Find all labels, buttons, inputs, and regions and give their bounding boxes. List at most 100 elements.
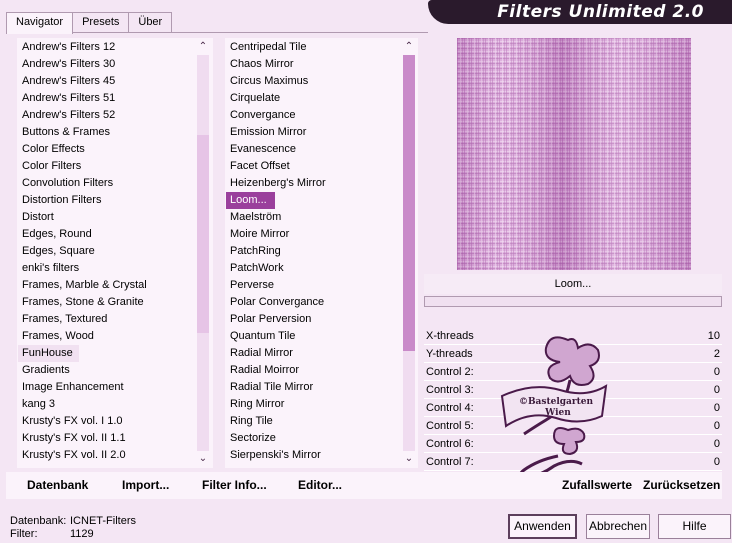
bastelgarten-watermark-logo: ©Bastelgarten Wien bbox=[500, 336, 608, 480]
filter-item[interactable]: Loom... bbox=[226, 192, 275, 209]
filter-item[interactable]: PatchRing bbox=[226, 243, 400, 260]
parameter-name: Y-threads bbox=[426, 348, 473, 360]
category-item[interactable]: kang 3 bbox=[18, 396, 194, 413]
filter-item[interactable]: Cirquelate bbox=[226, 90, 400, 107]
category-item[interactable]: Gradients bbox=[18, 362, 194, 379]
category-item[interactable]: Image Enhancement bbox=[18, 379, 194, 396]
parameter-value: 2 bbox=[713, 348, 720, 360]
category-item[interactable]: Color Effects bbox=[18, 141, 194, 158]
filter-item[interactable]: Moire Mirror bbox=[226, 226, 400, 243]
category-item[interactable]: Frames, Wood bbox=[18, 328, 194, 345]
reset-button[interactable]: Zurücksetzen bbox=[643, 478, 720, 492]
parameter-value: 0 bbox=[713, 402, 720, 414]
category-item[interactable]: Color Filters bbox=[18, 158, 194, 175]
parameter-name: Control 4: bbox=[426, 402, 474, 414]
tab-bar: Navigator Presets Über bbox=[6, 12, 173, 34]
progress-bar bbox=[424, 296, 722, 307]
cancel-button[interactable]: Abbrechen bbox=[586, 514, 650, 539]
import-button[interactable]: Import... bbox=[122, 478, 169, 492]
filter-item[interactable]: Polar Perversion bbox=[226, 311, 400, 328]
parameter-value: 0 bbox=[713, 366, 720, 378]
parameter-name: Control 2: bbox=[426, 366, 474, 378]
app-title-bar: Filters Unlimited 2.0 bbox=[428, 0, 732, 24]
filter-item[interactable]: Ring Tile bbox=[226, 413, 400, 430]
filter-item[interactable]: Convergance bbox=[226, 107, 400, 124]
category-scrollbar[interactable]: ⌃ ⌄ bbox=[195, 39, 211, 467]
filter-scrollbar[interactable]: ⌃ ⌄ bbox=[401, 39, 417, 467]
parameter-name: X-threads bbox=[426, 330, 474, 342]
category-item[interactable]: Andrew's Filters 51 bbox=[18, 90, 194, 107]
category-item[interactable]: Andrew's Filters 12 bbox=[18, 39, 194, 56]
filter-item[interactable]: Evanescence bbox=[226, 141, 400, 158]
filter-item[interactable]: Radial Mirror bbox=[226, 345, 400, 362]
filter-item[interactable]: Polar Convergance bbox=[226, 294, 400, 311]
filter-info-button[interactable]: Filter Info... bbox=[202, 478, 267, 492]
category-item[interactable]: Krusty's FX vol. I 1.0 bbox=[18, 413, 194, 430]
filter-item[interactable]: Perverse bbox=[226, 277, 400, 294]
tab-presets[interactable]: Presets bbox=[72, 12, 130, 33]
watermark-text-1: ©Bastelgarten bbox=[519, 397, 594, 407]
category-item[interactable]: Andrew's Filters 30 bbox=[18, 56, 194, 73]
parameter-value: 10 bbox=[707, 330, 720, 342]
filter-item[interactable]: PatchWork bbox=[226, 260, 400, 277]
status-filter: Filter: 1129 bbox=[10, 528, 94, 540]
filter-item[interactable]: Circus Maximus bbox=[226, 73, 400, 90]
selected-filter-name: Loom... bbox=[424, 274, 722, 294]
filter-item[interactable]: Emission Mirror bbox=[226, 124, 400, 141]
parameter-value: 0 bbox=[713, 438, 720, 450]
filter-item[interactable]: Maelström bbox=[226, 209, 400, 226]
parameter-name: Control 3: bbox=[426, 384, 474, 396]
filter-item[interactable]: Radial Tile Mirror bbox=[226, 379, 400, 396]
filter-item[interactable]: Centripedal Tile bbox=[226, 39, 400, 56]
apply-button[interactable]: Anwenden bbox=[508, 514, 577, 539]
parameter-name: Control 6: bbox=[426, 438, 474, 450]
filter-item[interactable]: Chaos Mirror bbox=[226, 56, 400, 73]
filter-item[interactable]: Ring Mirror bbox=[226, 396, 400, 413]
app-title: Filters Unlimited 2.0 bbox=[497, 2, 704, 22]
watermark-text-2: Wien bbox=[544, 408, 571, 418]
category-item[interactable]: Frames, Textured bbox=[18, 311, 194, 328]
scroll-down-icon[interactable]: ⌄ bbox=[195, 451, 211, 467]
filter-item[interactable]: Quantum Tile bbox=[226, 328, 400, 345]
parameter-value: 0 bbox=[713, 456, 720, 468]
tab-navigator[interactable]: Navigator bbox=[6, 12, 74, 34]
parameter-name: Control 5: bbox=[426, 420, 474, 432]
category-item[interactable]: Frames, Marble & Crystal bbox=[18, 277, 194, 294]
filter-preview-image bbox=[457, 38, 691, 270]
random-values-button[interactable]: Zufallswerte bbox=[562, 478, 632, 492]
category-item[interactable]: Buttons & Frames bbox=[18, 124, 194, 141]
category-item[interactable]: Krusty's FX vol. II 2.0 bbox=[18, 447, 194, 464]
scroll-thumb[interactable] bbox=[197, 135, 209, 333]
filter-item[interactable]: Sectorize bbox=[226, 430, 400, 447]
scroll-up-icon[interactable]: ⌃ bbox=[195, 39, 211, 55]
filter-item[interactable]: Radial Moirror bbox=[226, 362, 400, 379]
category-item[interactable]: Edges, Round bbox=[18, 226, 194, 243]
category-item[interactable]: Frames, Stone & Granite bbox=[18, 294, 194, 311]
category-item[interactable]: enki's filters bbox=[18, 260, 194, 277]
category-list[interactable]: Andrew's Filters 12 Andrew's Filters 30 An… bbox=[18, 39, 194, 467]
scroll-thumb[interactable] bbox=[403, 55, 415, 351]
tab-divider bbox=[166, 32, 428, 33]
database-button[interactable]: Datenbank bbox=[27, 478, 88, 492]
scroll-down-icon[interactable]: ⌄ bbox=[401, 451, 417, 467]
category-item[interactable]: Distortion Filters bbox=[18, 192, 194, 209]
category-item[interactable]: Edges, Square bbox=[18, 243, 194, 260]
category-item[interactable]: FunHouse bbox=[18, 345, 79, 362]
filter-item[interactable]: Sierpenski's Mirror bbox=[226, 447, 400, 464]
category-item[interactable]: Krusty's FX vol. II 1.1 bbox=[18, 430, 194, 447]
category-item[interactable]: Distort bbox=[18, 209, 194, 226]
parameter-value: 0 bbox=[713, 384, 720, 396]
tab-about[interactable]: Über bbox=[128, 12, 173, 33]
status-database: Datenbank: ICNET-Filters bbox=[10, 515, 136, 527]
parameter-value: 0 bbox=[713, 420, 720, 432]
category-item[interactable]: Convolution Filters bbox=[18, 175, 194, 192]
category-item[interactable]: Andrew's Filters 45 bbox=[18, 73, 194, 90]
filter-item[interactable]: Facet Offset bbox=[226, 158, 400, 175]
parameter-name: Control 7: bbox=[426, 456, 474, 468]
scroll-up-icon[interactable]: ⌃ bbox=[401, 39, 417, 55]
filter-item[interactable]: Heizenberg's Mirror bbox=[226, 175, 400, 192]
category-item[interactable]: Andrew's Filters 52 bbox=[18, 107, 194, 124]
editor-button[interactable]: Editor... bbox=[298, 478, 342, 492]
help-button[interactable]: Hilfe bbox=[658, 514, 731, 539]
filter-list[interactable]: Centripedal Tile Chaos Mirror Circus Maxim… bbox=[226, 39, 400, 467]
